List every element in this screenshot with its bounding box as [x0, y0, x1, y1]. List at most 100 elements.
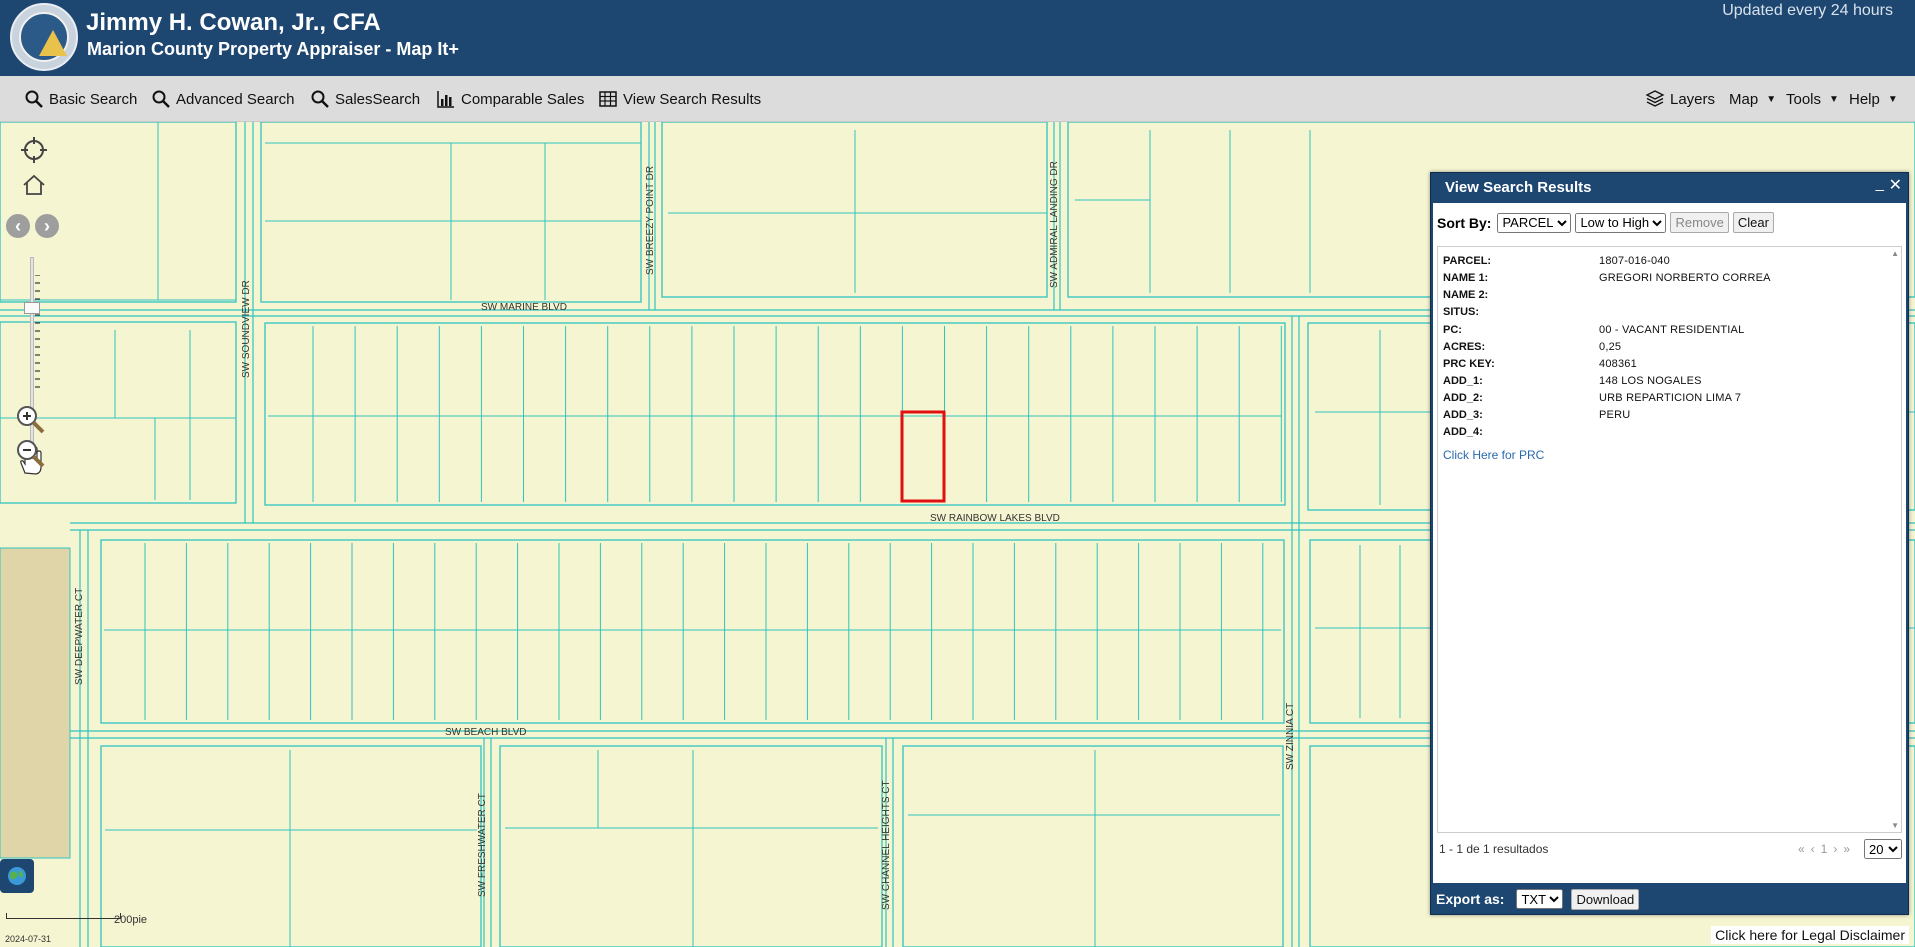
sort-field-select[interactable]: PARCEL — [1497, 212, 1572, 233]
street-label: SW ZINNIA CT — [1285, 703, 1296, 770]
field-key: PRC KEY: — [1443, 358, 1495, 370]
page-number[interactable]: 1 — [1821, 842, 1834, 856]
street-label: SW DEEPWATER CT — [74, 588, 85, 685]
chevron-left-icon: ‹ — [15, 215, 21, 236]
street-label: SW MARINE BLVD — [481, 302, 567, 313]
street-label: SW BEACH BLVD — [445, 727, 527, 738]
advanced-search-label: Advanced Search — [176, 90, 295, 108]
basic-search-label: Basic Search — [49, 90, 138, 108]
prc-link[interactable]: Click Here for PRC — [1443, 448, 1544, 462]
street-label: SW ADMIRAL LANDING DR — [1049, 161, 1060, 288]
help-menu[interactable]: Help ▼ — [1849, 88, 1898, 110]
caret-down-icon: ▼ — [1829, 93, 1839, 105]
layers-button[interactable]: Layers — [1645, 88, 1715, 110]
zoom-in-button[interactable] — [14, 403, 46, 440]
layers-icon — [1645, 90, 1665, 107]
zoom-slider-knob[interactable] — [24, 302, 40, 314]
sales-search-label: SalesSearch — [335, 90, 421, 108]
bar-chart-icon — [437, 91, 454, 108]
street-label: SW RAINBOW LAKES BLVD — [930, 513, 1060, 524]
chevron-right-icon: › — [44, 215, 50, 236]
next-page-icon[interactable]: › — [1833, 842, 1843, 856]
field-value: GREGORI NORBERTO CORREA — [1599, 272, 1771, 284]
prev-page-icon[interactable]: ‹ — [1811, 842, 1821, 856]
export-format-select[interactable]: TXT — [1516, 889, 1564, 909]
street-label: SW CHANNEL HEIGHTS CT — [881, 780, 892, 910]
field-value: 1807-016-040 — [1599, 255, 1670, 267]
zoom-out-button[interactable] — [14, 437, 46, 474]
field-key: ACRES: — [1443, 341, 1486, 353]
field-value: 148 LOS NOGALES — [1599, 375, 1702, 387]
home-icon — [23, 174, 45, 195]
field-key: PC: — [1443, 324, 1462, 336]
basic-search-button[interactable]: Basic Search — [24, 88, 137, 110]
locate-button[interactable] — [20, 136, 48, 169]
search-icon — [25, 90, 43, 108]
globe-icon — [8, 867, 26, 885]
last-page-icon[interactable]: » — [1843, 842, 1856, 856]
field-key: PARCEL: — [1443, 255, 1492, 267]
download-button[interactable]: Download — [1571, 888, 1640, 910]
field-value: 408361 — [1599, 358, 1637, 370]
scale-bar: 200pie — [6, 913, 147, 929]
tools-menu[interactable]: Tools ▼ — [1786, 88, 1839, 110]
main-toolbar: Basic Search Advanced Search SalesSearch… — [0, 76, 1915, 122]
field-key: ADD_1: — [1443, 375, 1483, 387]
scroll-down-arrow-icon[interactable]: ▼ — [1891, 821, 1899, 830]
result-count: 1 - 1 de 1 resultados — [1439, 842, 1549, 856]
legal-disclaimer-link[interactable]: Click here for Legal Disclaimer — [1711, 926, 1909, 944]
basemap-gallery-button[interactable] — [0, 859, 34, 893]
minimize-icon[interactable]: _ — [1876, 175, 1884, 192]
map-menu[interactable]: Map ▼ — [1729, 88, 1776, 110]
home-button[interactable] — [22, 173, 46, 202]
street-label: SW FRESHWATER CT — [477, 793, 488, 897]
street-label: SW SOUNDVIEW DR — [241, 280, 252, 378]
search-results-panel: View Search Results _ ✕ Sort By: PARCEL … — [1430, 172, 1909, 915]
search-icon — [152, 90, 170, 108]
crosshair-icon — [21, 137, 47, 163]
results-list[interactable]: PARCEL: 1807-016-040 NAME 1: GREGORI NORBE… — [1437, 246, 1902, 833]
field-key: NAME 1: — [1443, 272, 1489, 284]
field-key: NAME 2: — [1443, 289, 1489, 301]
field-value: PERU — [1599, 409, 1631, 421]
first-page-icon[interactable]: « — [1798, 842, 1811, 856]
app-title: Jimmy H. Cowan, Jr., CFA — [86, 9, 381, 36]
field-value: 00 - VACANT RESIDENTIAL — [1599, 324, 1745, 336]
field-key: ADD_2: — [1443, 392, 1483, 404]
tools-menu-label: Tools — [1786, 90, 1822, 108]
panel-body: Sort By: PARCEL Low to High Remove Clear… — [1433, 203, 1906, 883]
county-seal-logo — [10, 3, 78, 71]
map-date: 2024-07-31 — [5, 934, 52, 944]
comparable-sales-button[interactable]: Comparable Sales — [436, 88, 584, 110]
scroll-up-arrow-icon[interactable]: ▲ — [1891, 249, 1899, 258]
clear-button[interactable]: Clear — [1732, 212, 1774, 233]
zoom-out-icon — [17, 440, 45, 468]
export-label: Export as: — [1436, 891, 1505, 907]
search-icon — [311, 90, 329, 108]
view-search-results-button[interactable]: View Search Results — [598, 88, 761, 110]
table-icon — [599, 91, 617, 107]
sort-label: Sort By: — [1437, 214, 1492, 231]
page-size-select[interactable]: 20 — [1864, 839, 1902, 859]
layers-label: Layers — [1670, 90, 1716, 108]
app-subtitle: Marion County Property Appraiser - Map I… — [87, 39, 459, 59]
remove-button[interactable]: Remove — [1670, 212, 1729, 233]
advanced-search-button[interactable]: Advanced Search — [151, 88, 294, 110]
field-key: SITUS: — [1443, 306, 1480, 318]
field-key: ADD_3: — [1443, 409, 1483, 421]
field-value: 0,25 — [1599, 341, 1622, 353]
comparable-sales-label: Comparable Sales — [461, 90, 585, 108]
zoom-ticks — [35, 275, 40, 388]
sort-order-select[interactable]: Low to High — [1575, 212, 1667, 233]
field-key: ADD_4: — [1443, 426, 1483, 438]
sort-bar: Sort By: PARCEL Low to High Remove Clear — [1437, 212, 1774, 233]
caret-down-icon: ▼ — [1887, 93, 1898, 105]
export-bar: Export as: TXT Download — [1433, 885, 1906, 913]
close-icon[interactable]: ✕ — [1889, 175, 1902, 195]
previous-extent-button[interactable]: ‹ — [6, 214, 30, 238]
sales-search-button[interactable]: SalesSearch — [310, 88, 420, 110]
help-menu-label: Help — [1849, 90, 1880, 108]
updated-note: Updated every 24 hours — [1722, 2, 1893, 19]
view-search-results-label: View Search Results — [623, 90, 762, 108]
next-extent-button[interactable]: › — [35, 214, 59, 238]
